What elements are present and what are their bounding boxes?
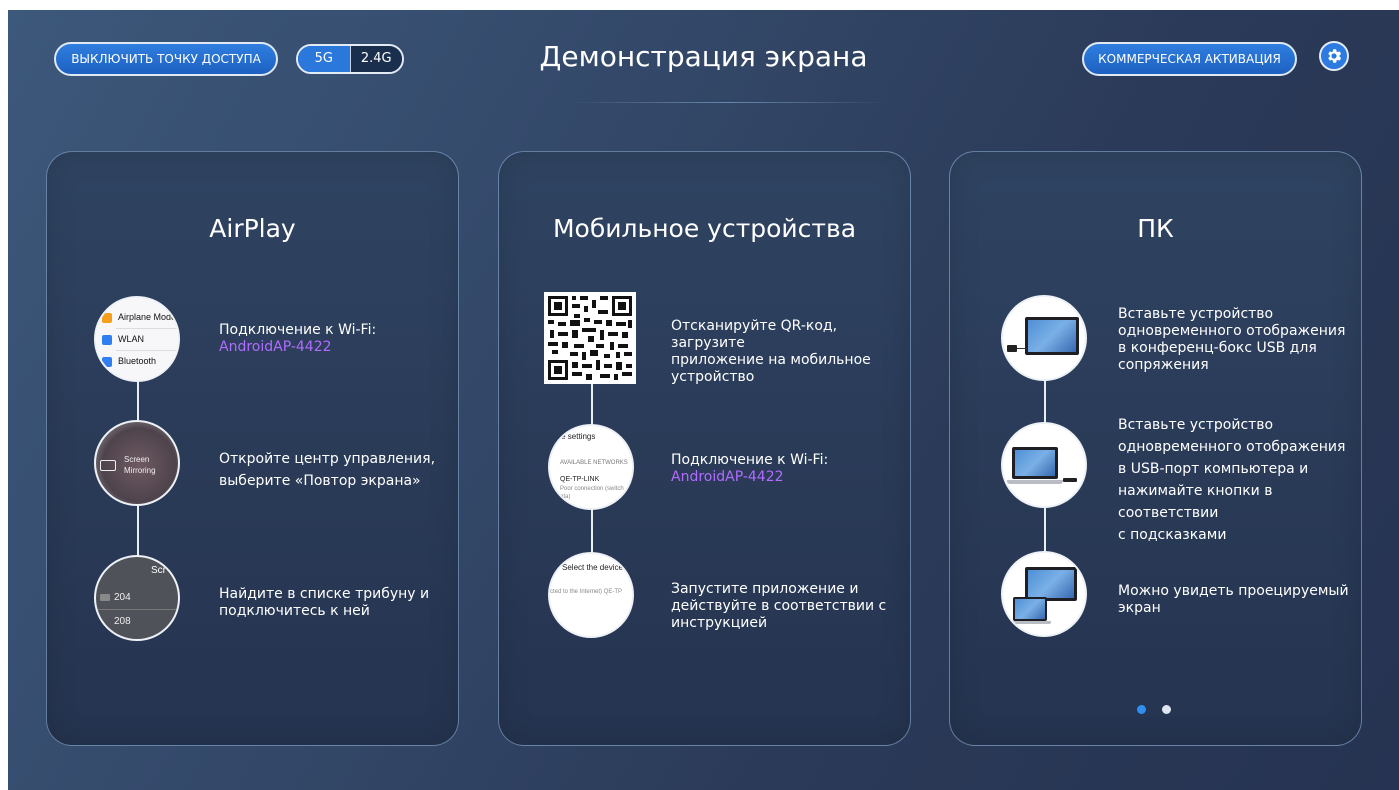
pc-step1-text: Вставьте устройство одновременного отобр… — [1118, 306, 1345, 374]
device-list-image: Scr 204 208 — [94, 555, 180, 641]
step-label: с подсказками — [1118, 527, 1227, 543]
step-label: подключитесь к ней — [219, 603, 370, 619]
page-dot[interactable] — [1162, 705, 1171, 714]
img-label: Airplane Mode — [118, 312, 177, 322]
step-label: Вставьте устройство — [1118, 306, 1274, 322]
qr-code — [544, 292, 636, 384]
projected-screen-image — [1001, 551, 1087, 637]
step-label: устройство — [671, 369, 755, 385]
select-device-image: Select the device cted to the Internet) … — [548, 552, 634, 638]
step-label: экран — [1118, 600, 1161, 616]
pc-card[interactable]: ПК Вставьте устройство одновременного от… — [949, 151, 1362, 746]
img-label: AVAILABLE NETWORKS — [560, 460, 628, 466]
mobile-step1-text: Отсканируйте QR-код, загрузите приложени… — [671, 318, 910, 386]
screen-mirroring-image: Screen Mirroring — [94, 420, 180, 506]
wifi-network-name: AndroidAP-4422 — [219, 339, 332, 355]
header-divider — [568, 102, 888, 103]
step-label: Запустите приложение и — [671, 581, 859, 597]
step-label: действуйте в соответствии с — [671, 598, 887, 614]
mobile-card[interactable]: Мобильное устройства Отсканируйте QR-код… — [498, 151, 911, 746]
step-label: Вставьте устройство — [1118, 417, 1274, 433]
step-label: приложение на мобильное — [671, 352, 871, 368]
airplay-step1-text: Подключение к Wi-Fi: AndroidAP-4422 — [219, 322, 376, 356]
gear-icon — [1328, 49, 1342, 63]
img-label: Bluetooth — [118, 356, 157, 366]
qr-code-icon — [548, 296, 632, 380]
step-label: в USB-порт компьютера и — [1118, 461, 1309, 477]
airplay-step2-text: Откройте центр управления, выберите «Пов… — [219, 448, 435, 492]
img-label: ata) — [560, 494, 571, 500]
pc-step2-text: Вставьте устройство одновременного отобр… — [1118, 414, 1361, 546]
img-label: WLAN — [118, 334, 145, 344]
step-label: Отсканируйте QR-код, загрузите — [671, 318, 838, 351]
step-label: инструкцией — [671, 615, 768, 631]
airplay-settings-image: Airplane Mode WLAN Bluetooth — [94, 296, 180, 382]
airplay-card[interactable]: AirPlay Airplane Mode WLAN Bluetooth Под… — [46, 151, 459, 746]
step-label: Можно увидеть проецируемый — [1118, 583, 1349, 599]
img-label: Screen Mirroring — [124, 455, 156, 475]
step-label: нажимайте кнопки в соответствии — [1118, 483, 1273, 521]
mobile-title: Мобильное устройства — [552, 214, 857, 243]
pagination — [1137, 705, 1171, 714]
step-label: одновременного отображения — [1118, 439, 1346, 455]
conference-box-image — [1001, 295, 1087, 381]
screen: ВЫКЛЮЧИТЬ ТОЧКУ ДОСТУПА 5G 2.4G Демонстр… — [8, 10, 1399, 790]
img-label: ore settings — [554, 432, 596, 441]
pc-title: ПК — [1137, 214, 1174, 243]
step-label: Найдите в списке трибуну и — [219, 586, 430, 602]
img-label: Select the device — [562, 563, 623, 572]
img-label: Scr — [151, 565, 166, 576]
airplay-step3-text: Найдите в списке трибуну и подключитесь … — [219, 586, 429, 620]
airplay-title: AirPlay — [209, 214, 296, 243]
img-label: 208 — [114, 616, 131, 627]
img-label: Poor connection (switch — [560, 486, 624, 492]
wifi-settings-image: ore settings AVAILABLE NETWORKS QE-TP-LI… — [548, 424, 634, 510]
step-label: в конференц-бокс USB для — [1118, 340, 1317, 356]
img-label: 204 — [114, 592, 131, 603]
step-label: одновременного отображения — [1118, 323, 1346, 339]
settings-button[interactable] — [1319, 41, 1349, 71]
page-dot-active[interactable] — [1137, 705, 1146, 714]
img-label: cted to the Internet) QE-TP — [550, 589, 623, 595]
pc-step3-text: Можно увидеть проецируемый экран — [1118, 583, 1349, 617]
laptop-usb-image — [1001, 422, 1087, 508]
mobile-step2-text: Подключение к Wi-Fi: AndroidAP-4422 — [671, 452, 828, 486]
mobile-step3-text: Запустите приложение и действуйте в соот… — [671, 581, 886, 632]
step-label: сопряжения — [1118, 357, 1209, 373]
wifi-network-name: AndroidAP-4422 — [671, 469, 784, 485]
step-label: Откройте центр управления, — [219, 451, 436, 467]
step-label: Подключение к Wi-Fi: — [219, 322, 377, 338]
commercial-activation-button[interactable]: КОММЕРЧЕСКАЯ АКТИВАЦИЯ — [1082, 42, 1297, 76]
img-label: QE-TP-LINK — [560, 476, 600, 483]
step-label: выберите «Повтор экрана» — [219, 473, 421, 489]
step-label: Подключение к Wi-Fi: — [671, 452, 829, 468]
